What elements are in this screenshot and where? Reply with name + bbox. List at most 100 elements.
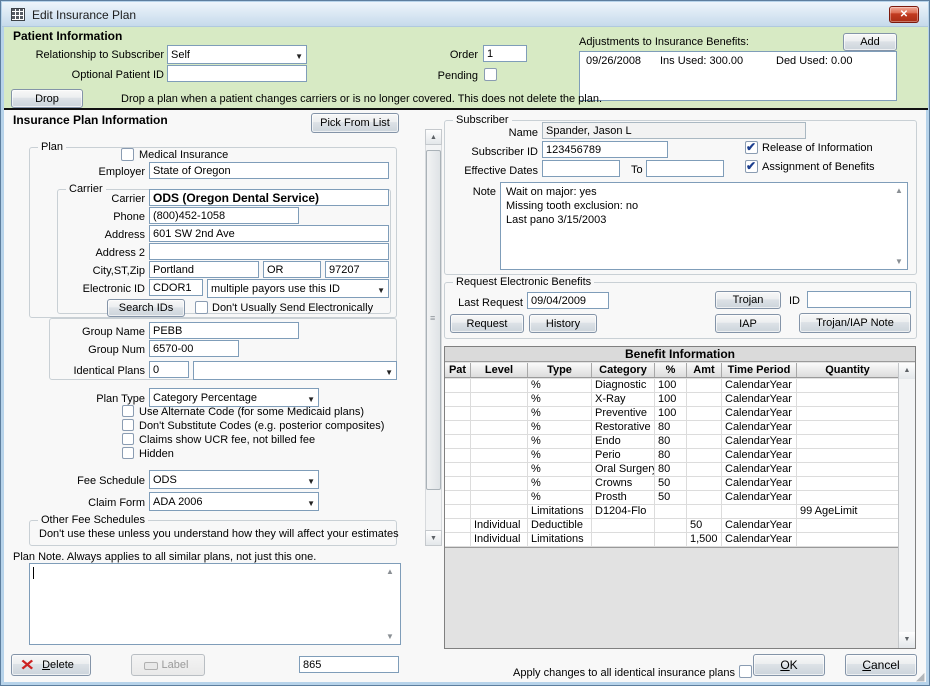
table-row[interactable]: %Endo80CalendarYear xyxy=(445,435,899,449)
close-button[interactable]: ✕ xyxy=(889,6,919,23)
column-header-quantity: Quantity xyxy=(797,363,899,377)
identical-plans-input[interactable] xyxy=(149,361,189,378)
trojan-button[interactable]: Trojan xyxy=(715,291,781,309)
request-button[interactable]: Request xyxy=(450,314,524,333)
search-ids-button[interactable]: Search IDs xyxy=(107,299,185,317)
table-cell: Diagnostic xyxy=(592,379,655,392)
table-cell xyxy=(687,379,722,392)
ok-button[interactable]: OK xyxy=(753,654,825,676)
plan-number-input[interactable] xyxy=(299,656,399,673)
dont-send-electronically-checkbox[interactable] xyxy=(195,301,208,314)
table-cell: % xyxy=(528,449,592,462)
table-cell: 50 xyxy=(687,519,722,532)
table-row[interactable]: IndividualLimitations1,500CalendarYear xyxy=(445,533,899,547)
release-of-information-checkbox[interactable] xyxy=(745,141,758,154)
scroll-down-icon[interactable]: ▼ xyxy=(899,632,915,648)
optional-patient-id-input[interactable] xyxy=(167,65,307,82)
checkbox[interactable] xyxy=(122,405,134,417)
scroll-down-icon[interactable]: ▼ xyxy=(386,632,394,641)
subscriber-id-input[interactable] xyxy=(542,141,668,158)
effective-from-input[interactable] xyxy=(542,160,620,177)
zip-input[interactable] xyxy=(325,261,389,278)
order-input[interactable] xyxy=(483,45,527,62)
history-button[interactable]: History xyxy=(529,314,597,333)
plan-type-value: Category Percentage xyxy=(153,392,257,404)
medical-insurance-checkbox[interactable] xyxy=(121,148,134,161)
plan-note-textarea[interactable] xyxy=(29,563,401,645)
chevron-down-icon: ▼ xyxy=(377,284,385,298)
group-name-input[interactable] xyxy=(149,322,299,339)
left-panel-scrollbar-thumb[interactable]: ≡ xyxy=(426,150,441,490)
adjustments-listbox[interactable]: 09/26/2008 Ins Used: 300.00 Ded Used: 0.… xyxy=(579,51,897,101)
claim-form-select[interactable]: ADA 2006 ▼ xyxy=(149,492,319,511)
checkbox[interactable] xyxy=(122,433,134,445)
carrier-input[interactable] xyxy=(149,189,389,206)
cancel-button[interactable]: Cancel xyxy=(845,654,917,676)
table-row[interactable]: %X-Ray100CalendarYear xyxy=(445,393,899,407)
pending-checkbox[interactable] xyxy=(484,68,497,81)
table-cell xyxy=(687,393,722,406)
plan-option-checkboxes: Use Alternate Code (for some Medicaid pl… xyxy=(122,405,412,461)
table-cell xyxy=(471,491,528,504)
iap-button[interactable]: IAP xyxy=(715,314,781,333)
table-row[interactable]: %Prosth50CalendarYear xyxy=(445,491,899,505)
scroll-up-icon[interactable]: ▲ xyxy=(386,567,394,576)
left-panel-scrollbar[interactable]: ▲ ≡ ▼ xyxy=(425,129,442,546)
electronic-id-label: Electronic ID xyxy=(61,283,145,296)
pick-from-list-button[interactable]: Pick From List xyxy=(311,113,399,133)
scroll-down-icon[interactable]: ▼ xyxy=(425,530,442,546)
table-row[interactable]: IndividualDeductible50CalendarYear xyxy=(445,519,899,533)
employer-input[interactable] xyxy=(149,162,389,179)
title-bar[interactable]: Edit Insurance Plan ✕ xyxy=(2,2,928,27)
benefit-table-scrollbar[interactable]: ▲ ▼ xyxy=(898,363,915,648)
table-row[interactable]: %Perio80CalendarYear xyxy=(445,449,899,463)
label-button[interactable]: Label xyxy=(131,654,205,676)
address-input[interactable] xyxy=(149,225,389,242)
dont-send-electronically-label: Don't Usually Send Electronically xyxy=(212,302,373,315)
add-adjustment-button[interactable]: Add xyxy=(843,33,897,51)
electronic-id-input[interactable] xyxy=(149,279,203,296)
scroll-up-icon[interactable]: ▲ xyxy=(899,363,915,379)
plan-group-label: Plan xyxy=(38,141,66,154)
relationship-to-subscriber-select[interactable]: Self ▼ xyxy=(167,45,307,64)
scroll-up-icon[interactable]: ▲ xyxy=(425,129,442,145)
table-row[interactable]: %Preventive100CalendarYear xyxy=(445,407,899,421)
table-row[interactable]: %Restorative80CalendarYear xyxy=(445,421,899,435)
table-row[interactable]: %Crowns50CalendarYear xyxy=(445,477,899,491)
table-cell: 100 xyxy=(655,407,687,420)
table-row[interactable]: %Diagnostic100CalendarYear xyxy=(445,379,899,393)
note-label: Note xyxy=(456,186,496,199)
delete-button[interactable]: ✕Delete xyxy=(11,654,91,676)
identical-plans-select[interactable]: ▼ xyxy=(193,361,397,380)
table-cell: 80 xyxy=(655,449,687,462)
apply-all-checkbox[interactable] xyxy=(739,665,752,678)
table-cell: % xyxy=(528,393,592,406)
subscriber-note-textarea[interactable]: Wait on major: yes Missing tooth exclusi… xyxy=(500,182,908,270)
table-cell xyxy=(687,505,722,518)
trojan-iap-note-button[interactable]: Trojan/IAP Note xyxy=(799,313,911,333)
address2-input[interactable] xyxy=(149,243,389,260)
checkbox[interactable] xyxy=(122,419,134,431)
table-row[interactable]: %Oral Surgery80CalendarYear xyxy=(445,463,899,477)
assignment-of-benefits-checkbox[interactable] xyxy=(745,160,758,173)
payor-note-select[interactable]: multiple payors use this ID ▼ xyxy=(207,279,389,298)
phone-input[interactable] xyxy=(149,207,299,224)
trojan-id-input[interactable] xyxy=(807,291,911,308)
resize-grip[interactable]: ◢ xyxy=(916,672,927,683)
scroll-down-icon[interactable]: ▼ xyxy=(895,257,903,266)
table-cell: 50 xyxy=(655,477,687,490)
checkbox[interactable] xyxy=(122,447,134,459)
table-cell xyxy=(797,407,899,420)
scroll-up-icon[interactable]: ▲ xyxy=(895,186,903,195)
group-name-label: Group Name xyxy=(41,326,145,339)
state-input[interactable] xyxy=(263,261,321,278)
table-cell: Endo xyxy=(592,435,655,448)
city-input[interactable] xyxy=(149,261,259,278)
fee-schedule-select[interactable]: ODS ▼ xyxy=(149,470,319,489)
effective-to-input[interactable] xyxy=(646,160,724,177)
table-row[interactable]: LimitationsD1204-Flo99 AgeLimit xyxy=(445,505,899,519)
drop-button[interactable]: Drop xyxy=(11,89,83,108)
group-num-input[interactable] xyxy=(149,340,239,357)
delete-x-icon: ✕ xyxy=(20,656,35,674)
table-cell: Crowns xyxy=(592,477,655,490)
